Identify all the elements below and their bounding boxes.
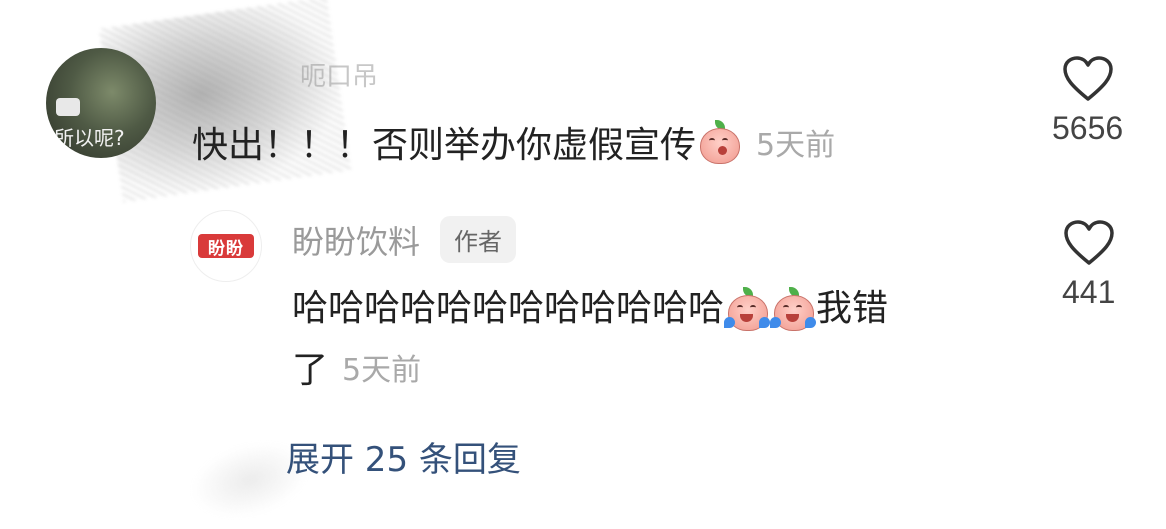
comment-body: 快出！！！否则举办你虚假宣传 5天前 — [192, 116, 835, 168]
reply-text-part2: 我错 — [816, 288, 889, 329]
reply-time: 5天前 — [342, 353, 422, 388]
comment-like-button[interactable]: 5656 — [1052, 56, 1123, 147]
author-avatar[interactable]: 盼盼 — [190, 210, 262, 282]
avatar-graphic — [56, 98, 80, 116]
peach-cry-emoji-icon — [770, 287, 817, 331]
heart-outline-icon[interactable] — [1062, 56, 1114, 102]
reply-body: 哈哈哈哈哈哈哈哈哈哈哈哈 我错 了 5天前 — [292, 278, 1012, 402]
comment-time: 5天前 — [756, 128, 836, 163]
brand-logo: 盼盼 — [198, 234, 254, 259]
comment-text: 快出！！！否则举办你虚假宣传 — [192, 125, 697, 166]
reply-line-2: 了 5天前 — [292, 340, 1012, 402]
reply-author-name[interactable]: 盼盼饮料 — [292, 217, 420, 263]
reply-line-1: 哈哈哈哈哈哈哈哈哈哈哈哈 我错 — [292, 278, 1012, 340]
author-badge: 作者 — [440, 216, 517, 263]
comment-like-count: 5656 — [1052, 110, 1124, 146]
commenter-avatar[interactable]: 所以呢? — [46, 48, 156, 158]
peach-shy-emoji-icon — [698, 120, 741, 164]
reply-like-button[interactable]: 441 — [1062, 220, 1115, 311]
avatar-caption: 所以呢? — [54, 126, 125, 150]
reply-text-part3: 了 — [292, 350, 329, 391]
heart-outline-icon[interactable] — [1063, 220, 1115, 266]
reply-text-part1: 哈哈哈哈哈哈哈哈哈哈哈哈 — [292, 288, 725, 329]
peach-cry-emoji-icon — [724, 287, 771, 331]
reply-header: 盼盼饮料 作者 — [292, 216, 517, 263]
commenter-username[interactable]: 呃口吊 — [300, 56, 378, 93]
expand-replies-link[interactable]: 展开 25 条回复 — [286, 432, 521, 481]
reply-like-count: 441 — [1062, 274, 1116, 310]
